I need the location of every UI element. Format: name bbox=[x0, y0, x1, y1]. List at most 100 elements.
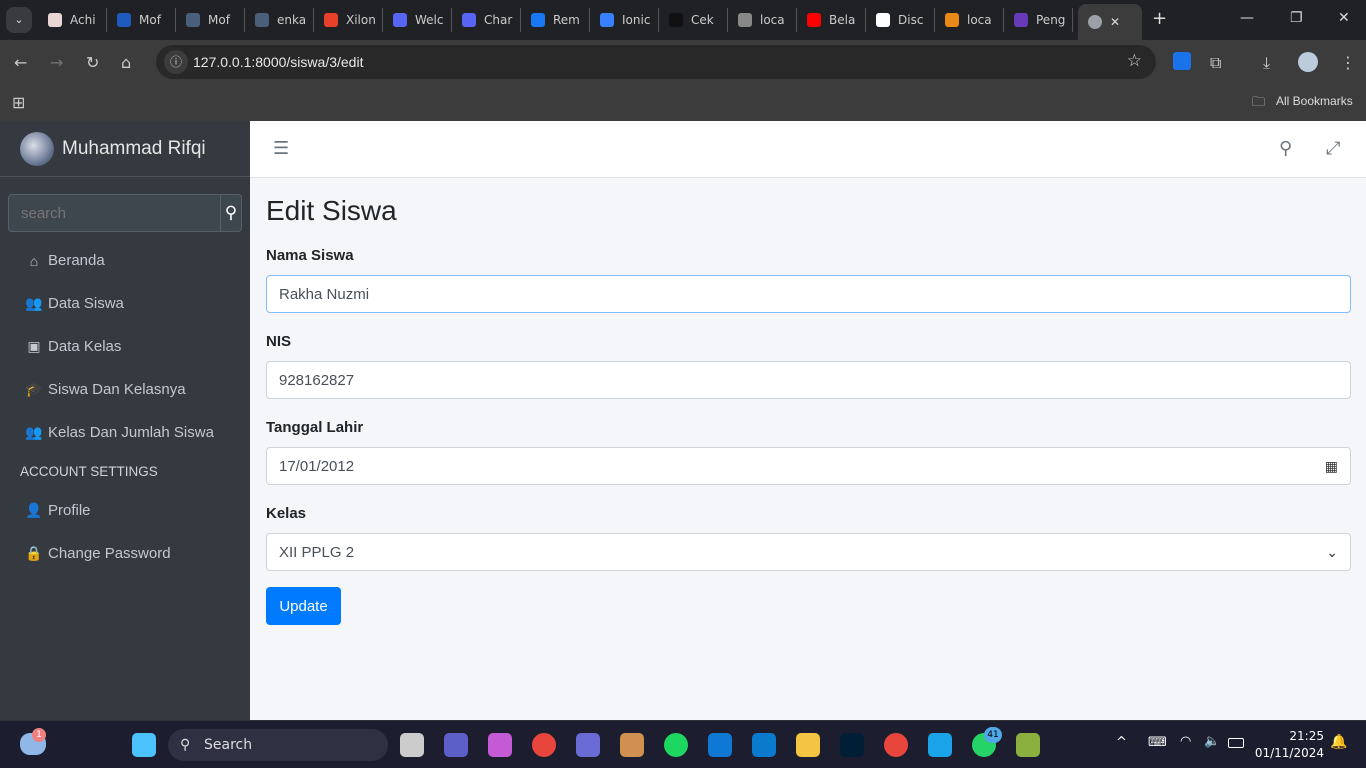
extensions-icon[interactable]: ⧉ bbox=[1210, 53, 1221, 73]
tab-search-button[interactable]: ⌄ bbox=[6, 7, 32, 33]
tab-favicon-icon bbox=[876, 13, 890, 27]
kelas-select[interactable]: XII PPLG 2 ⌄ bbox=[266, 533, 1351, 571]
tab[interactable]: Bela bbox=[797, 8, 866, 32]
app-lambda-icon[interactable] bbox=[1016, 733, 1040, 757]
battery-icon[interactable] bbox=[1228, 738, 1244, 748]
sidebar-item-kelas-dan-jumlah-siswa[interactable]: 👥 Kelas Dan Jumlah Siswa bbox=[0, 411, 250, 454]
task-view-icon[interactable] bbox=[400, 733, 424, 757]
nis-input[interactable]: 928162827 bbox=[266, 361, 1351, 399]
calendar-icon[interactable]: ▦ bbox=[1325, 458, 1338, 475]
tab-title: Rem bbox=[553, 13, 580, 27]
tab[interactable]: Disc bbox=[866, 8, 935, 32]
keyboard-icon[interactable]: ⌨ bbox=[1148, 735, 1167, 750]
tab[interactable]: enka bbox=[245, 8, 314, 32]
tab[interactable]: Ionic bbox=[590, 8, 659, 32]
kelas-label: Kelas bbox=[266, 505, 307, 522]
profile-avatar[interactable] bbox=[1298, 52, 1318, 72]
photoshop-icon[interactable] bbox=[840, 733, 864, 757]
wifi-icon[interactable]: ◠ bbox=[1180, 734, 1191, 749]
tab[interactable]: Cek bbox=[659, 8, 728, 32]
download-icon[interactable]: ⤓ bbox=[1263, 53, 1270, 73]
tab[interactable]: Mof bbox=[176, 8, 245, 32]
menu-kebab-icon[interactable]: ⋮ bbox=[1340, 53, 1356, 72]
tab[interactable]: Char bbox=[452, 8, 521, 32]
windows-start-icon[interactable] bbox=[132, 733, 156, 757]
tab[interactable]: Peng bbox=[1004, 8, 1073, 32]
tab-favicon-icon bbox=[462, 13, 476, 27]
sidebar-item-data-kelas[interactable]: ▣ Data Kelas bbox=[0, 325, 250, 368]
tab-title: loca bbox=[760, 13, 785, 27]
tab-favicon-icon bbox=[255, 13, 269, 27]
address-bar[interactable]: ⓘ 127.0.0.1:8000/siswa/3/edit ☆ bbox=[156, 45, 1156, 79]
sidebar-item-data-siswa[interactable]: 👥 Data Siswa bbox=[0, 282, 250, 325]
tab[interactable]: Rem bbox=[521, 8, 590, 32]
sidebar-item-label: Kelas Dan Jumlah Siswa bbox=[48, 424, 214, 441]
sidebar-item-siswa-dan-kelasnya[interactable]: 🎓 Siswa Dan Kelasnya bbox=[0, 368, 250, 411]
copilot-app-icon[interactable] bbox=[576, 733, 600, 757]
globe-icon bbox=[1088, 15, 1102, 29]
avatar bbox=[20, 131, 54, 166]
tab[interactable]: Mof bbox=[107, 8, 176, 32]
tanggal-value: 17/01/2012 bbox=[279, 457, 355, 475]
clock[interactable]: 21:25 01/11/2024 bbox=[1255, 728, 1324, 762]
tab-active[interactable]: ✕ bbox=[1078, 4, 1142, 40]
tab-favicon-icon bbox=[324, 13, 338, 27]
tab-favicon-icon bbox=[48, 13, 62, 27]
sidebar-item-profile[interactable]: 👤 Profile bbox=[0, 489, 250, 532]
tab-close-icon[interactable]: ✕ bbox=[1110, 15, 1120, 29]
translate-extension-icon[interactable] bbox=[1173, 52, 1191, 70]
chrome-active-icon[interactable] bbox=[884, 733, 908, 757]
tab[interactable]: Xilon bbox=[314, 8, 383, 32]
sidebar-user[interactable]: Muhammad Rifqi bbox=[0, 121, 250, 177]
fullscreen-icon[interactable]: ⤢ bbox=[1326, 138, 1340, 159]
teams-icon[interactable] bbox=[444, 733, 468, 757]
game-icon[interactable] bbox=[620, 733, 644, 757]
sidebar-item-beranda[interactable]: ⌂ Beranda bbox=[0, 239, 250, 282]
tray-chevron-icon[interactable]: ^ bbox=[1116, 735, 1127, 750]
sidebar-item-change-password[interactable]: 🔒 Change Password bbox=[0, 532, 250, 575]
tab-favicon-icon bbox=[117, 13, 131, 27]
volume-icon[interactable]: 🔈 bbox=[1204, 734, 1220, 749]
close-window-icon[interactable]: ✕ bbox=[1338, 10, 1350, 26]
user-name: Muhammad Rifqi bbox=[62, 137, 206, 159]
hamburger-menu-icon[interactable]: ☰ bbox=[273, 138, 289, 159]
site-info-icon[interactable]: ⓘ bbox=[164, 50, 188, 74]
tab-title: enka bbox=[277, 13, 307, 27]
nama-siswa-input[interactable]: Rakha Nuzmi bbox=[266, 275, 1351, 313]
restore-icon[interactable]: ❐ bbox=[1290, 10, 1303, 26]
tab[interactable]: Welc bbox=[383, 8, 452, 32]
spotify-icon[interactable] bbox=[664, 733, 688, 757]
app-icon[interactable] bbox=[928, 733, 952, 757]
bookmark-star-icon[interactable]: ☆ bbox=[1127, 51, 1142, 71]
reload-icon[interactable]: ↻ bbox=[86, 53, 99, 72]
tab[interactable]: loca bbox=[935, 8, 1004, 32]
weather-badge: 1 bbox=[32, 728, 46, 742]
search-button[interactable]: ⚲ bbox=[220, 195, 241, 231]
tab-favicon-icon bbox=[393, 13, 407, 27]
tab[interactable]: loca bbox=[728, 8, 797, 32]
forward-icon[interactable]: → bbox=[50, 53, 63, 72]
copilot-icon[interactable] bbox=[488, 733, 512, 757]
folder-icon: 🗀 bbox=[1252, 95, 1266, 110]
file-explorer-icon[interactable] bbox=[796, 733, 820, 757]
apps-grid-icon[interactable]: ⊞ bbox=[12, 93, 25, 112]
sidebar-search-input[interactable] bbox=[9, 195, 220, 231]
all-bookmarks[interactable]: All Bookmarks bbox=[1276, 94, 1353, 108]
tanggal-lahir-input[interactable]: 17/01/2012 ▦ bbox=[266, 447, 1351, 485]
menu-icon: 👤 bbox=[25, 502, 43, 518]
back-icon[interactable]: ← bbox=[14, 53, 27, 72]
home-icon[interactable]: ⌂ bbox=[121, 53, 131, 72]
taskbar-search[interactable]: ⚲ Search bbox=[168, 729, 388, 761]
tab-title: Char bbox=[484, 13, 513, 27]
tab[interactable]: Achi bbox=[38, 8, 107, 32]
taskbar-search-label: Search bbox=[204, 737, 253, 753]
new-tab-button[interactable]: + bbox=[1152, 8, 1167, 29]
chrome-icon[interactable] bbox=[532, 733, 556, 757]
url-text[interactable]: 127.0.0.1:8000/siswa/3/edit bbox=[193, 54, 363, 70]
outlook-icon[interactable] bbox=[708, 733, 732, 757]
update-button[interactable]: Update bbox=[266, 587, 341, 625]
notification-bell-icon[interactable]: 🔔 bbox=[1330, 734, 1347, 750]
search-icon[interactable]: ⚲ bbox=[1279, 138, 1292, 159]
vscode-icon[interactable] bbox=[752, 733, 776, 757]
minimize-icon[interactable]: — bbox=[1240, 10, 1254, 26]
